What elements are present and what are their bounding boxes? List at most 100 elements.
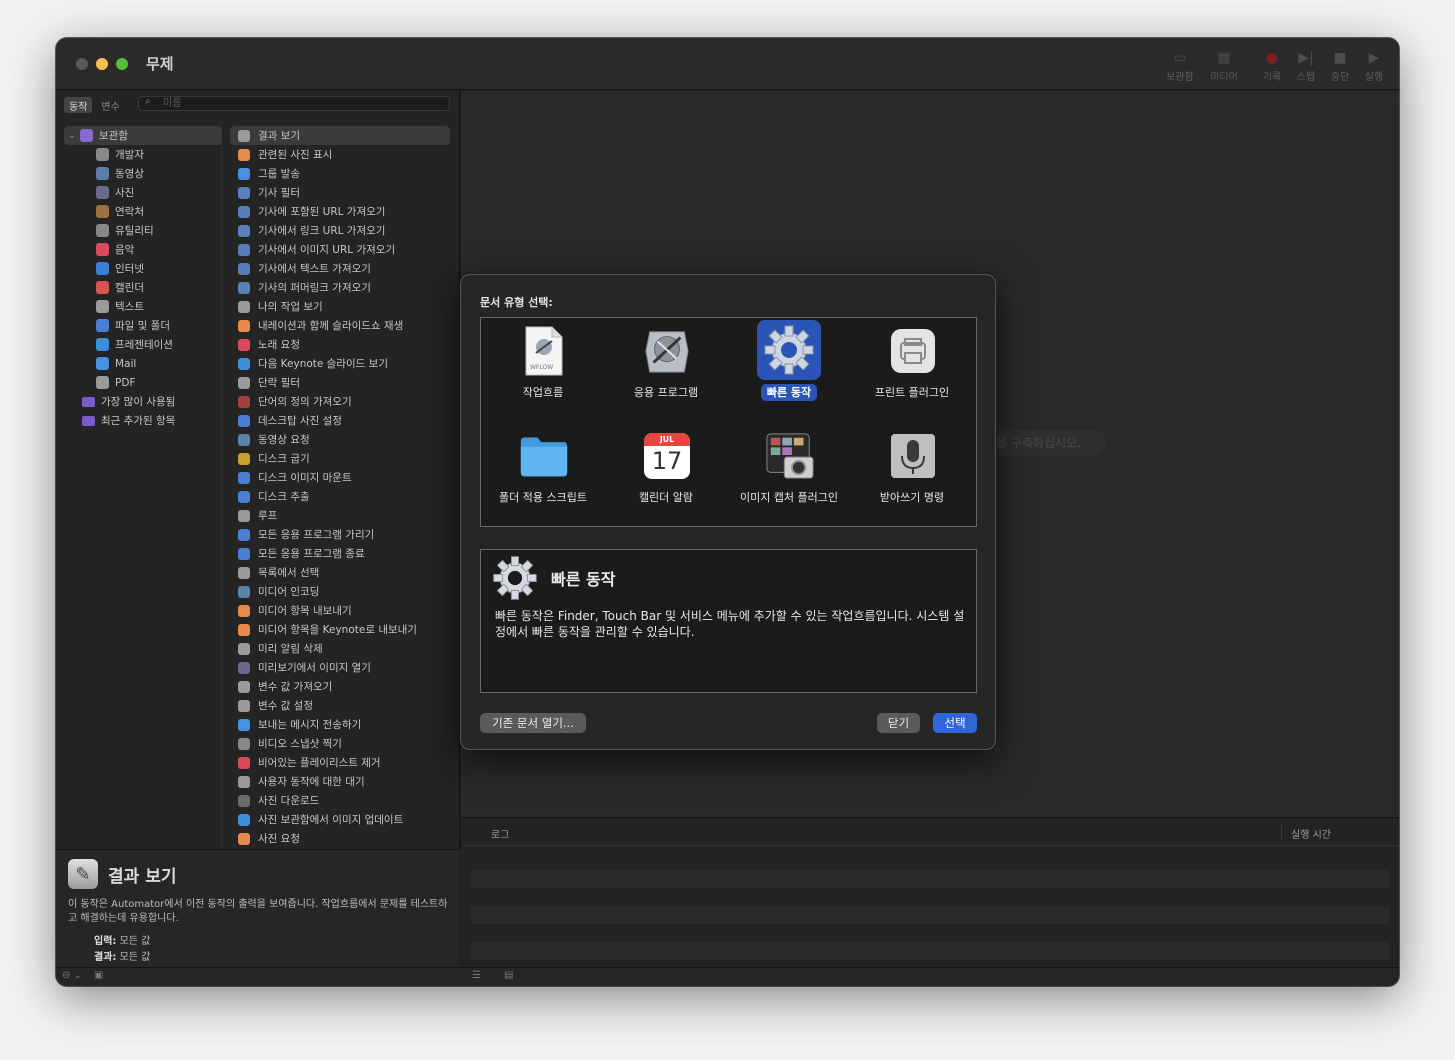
action-list-item[interactable]: 사진 요청 [230,829,450,848]
action-list-item[interactable]: 기사의 퍼머링크 가져오기 [230,278,450,297]
library-category-item[interactable]: 연락처 [64,202,222,221]
open-existing-document-button[interactable]: 기존 문서 열기... [480,713,586,733]
action-list-item[interactable]: 관련된 사진 표시 [230,145,450,164]
zoom-window-button[interactable] [116,58,128,70]
action-list-item[interactable]: 동영상 요청 [230,430,450,449]
library-root-item[interactable]: ⌄ 보관함 [64,126,222,145]
library-toolbar-button[interactable]: ▭ 보관함 [1158,48,1202,83]
action-list-item[interactable]: 결과 보기 [230,126,450,145]
action-list-item[interactable]: 비디오 스냅샷 찍기 [230,734,450,753]
action-list-item[interactable]: 그룹 발송 [230,164,450,183]
library-tabs: 동작 변수 [64,97,125,113]
action-icon [238,604,250,617]
action-list-item[interactable]: 기사에서 이미지 URL 가져오기 [230,240,450,259]
description-io: 입력: 모든 값 결과: 모든 값 [94,934,150,966]
minimize-window-button[interactable] [96,58,108,70]
media-toolbar-button[interactable]: ▦ 미디어 [1202,48,1246,83]
action-list-item[interactable]: 미디어 인코딩 [230,582,450,601]
library-category-item[interactable]: 개발자 [64,145,222,164]
action-list-item[interactable]: 모든 응용 프로그램 종료 [230,544,450,563]
action-list-item[interactable]: 나의 작업 보기 [230,297,450,316]
library-category-item[interactable]: 텍스트 [64,297,222,316]
type-folder-action[interactable]: 폴더 적용 스크립트 [482,424,604,524]
action-icon [238,129,250,142]
action-list-item[interactable]: 디스크 굽기 [230,449,450,468]
description-toggle-icon[interactable]: ▣ [94,970,103,981]
library-category-item[interactable]: 가장 많이 사용됨 [64,392,222,411]
type-quick-action[interactable]: 빠른 동작 [728,319,850,419]
library-category-item[interactable]: 동영상 [64,164,222,183]
tab-variables[interactable]: 변수 [96,97,124,113]
type-image-capture-plugin[interactable]: 이미지 캡처 플러그인 [728,424,850,524]
photo-icon: ▦ [1217,50,1231,66]
action-label: 관련된 사진 표시 [258,149,333,161]
action-list-item[interactable]: 사진 다운로드 [230,791,450,810]
flow-view-icon[interactable]: ▤ [504,970,513,981]
action-list-item[interactable]: 사용자 동작에 대한 대기 [230,772,450,791]
sidebar-icon: ▭ [1173,50,1187,66]
action-list-item[interactable]: 미리보기에서 이미지 열기 [230,658,450,677]
action-list-item[interactable]: 변수 값 가져오기 [230,677,450,696]
duration-column-header[interactable]: 실행 시간 [1291,826,1331,841]
action-list-item[interactable]: 기사에 포함된 URL 가져오기 [230,202,450,221]
library-category-item[interactable]: Mail [64,354,222,373]
type-application[interactable]: 응용 프로그램 [605,319,727,419]
action-list-item[interactable]: 노래 요청 [230,335,450,354]
library-category-item[interactable]: 파일 및 폴더 [64,316,222,335]
type-dictation-command[interactable]: 받아쓰기 명령 [851,424,973,524]
choose-button[interactable]: 선택 [933,713,977,733]
close-button[interactable]: 닫기 [877,713,920,733]
close-window-button[interactable] [76,58,88,70]
search-field: ⌕ [138,96,450,111]
action-label: 보내는 메시지 전송하기 [258,719,362,731]
category-icon [96,262,109,275]
options-menu-icon[interactable]: ⊖ ⌄ [62,970,82,981]
action-list-item[interactable]: 루프 [230,506,450,525]
action-list-item[interactable]: 데스크탑 사진 설정 [230,411,450,430]
action-list-item[interactable]: 보내는 메시지 전송하기 [230,715,450,734]
library-category-item[interactable]: 프레젠테이션 [64,335,222,354]
action-list-item[interactable]: 기사 필터 [230,183,450,202]
action-list-item[interactable]: 내레이션과 함께 슬라이드쇼 재생 [230,316,450,335]
library-category-item[interactable]: PDF [64,373,222,392]
action-label: 기사에서 텍스트 가져오기 [258,263,371,275]
type-calendar-alarm[interactable]: JUL 17 캘린더 알람 [605,424,727,524]
calendar-tile: JUL 17 [644,433,690,479]
library-category-item[interactable]: 캘린더 [64,278,222,297]
action-list-item[interactable]: 미디어 항목을 Keynote로 내보내기 [230,620,450,639]
type-info-box: 빠른 동작 빠른 동작은 Finder, Touch Bar 및 서비스 메뉴에… [480,549,977,693]
action-list-item[interactable]: 비어있는 플레이리스트 제거 [230,753,450,772]
action-list-item[interactable]: 단락 필터 [230,373,450,392]
chevron-down-icon[interactable]: ⌄ [64,131,80,141]
library-category-item[interactable]: 최근 추가된 항목 [64,411,222,430]
library-category-item[interactable]: 유틸리티 [64,221,222,240]
action-list-item[interactable]: 미리 알림 삭제 [230,639,450,658]
tab-actions[interactable]: 동작 [64,97,93,113]
type-label-text: 받아쓰기 명령 [879,491,945,504]
action-icon [238,756,250,769]
type-workflow[interactable]: 작업흐름 WFLOW [482,319,604,419]
type-label: 프린트 플러그인 [851,384,973,400]
action-list-item[interactable]: 모든 응용 프로그램 가리기 [230,525,450,544]
library-category-item[interactable]: 사진 [64,183,222,202]
action-list-item[interactable]: 미디어 항목 내보내기 [230,601,450,620]
action-list-item[interactable]: 변수 값 설정 [230,696,450,715]
action-list-item[interactable]: 기사에서 링크 URL 가져오기 [230,221,450,240]
search-input[interactable] [163,97,443,110]
action-list-item[interactable]: 디스크 추출 [230,487,450,506]
action-list-item[interactable]: 사진 보관함에서 이미지 업데이트 [230,810,450,829]
action-list-item[interactable]: 기사에서 텍스트 가져오기 [230,259,450,278]
library-category-item[interactable]: 음악 [64,240,222,259]
log-column-header[interactable]: 로그 [491,826,509,841]
library-item-label: 보관함 [99,130,128,142]
action-list-item[interactable]: 단어의 정의 가져오기 [230,392,450,411]
run-toolbar-button[interactable]: ▶ 실행 [1352,48,1396,83]
action-list-item[interactable]: 다음 Keynote 슬라이드 보기 [230,354,450,373]
description-input-row: 입력: 모든 값 [94,934,150,950]
action-list-item[interactable]: 디스크 이미지 마운트 [230,468,450,487]
type-label: 응용 프로그램 [605,384,727,400]
action-list-item[interactable]: 목록에서 선택 [230,563,450,582]
type-print-plugin[interactable]: 프린트 플러그인 [851,319,973,419]
library-category-item[interactable]: 인터넷 [64,259,222,278]
list-view-icon[interactable]: ☰ [472,970,481,981]
